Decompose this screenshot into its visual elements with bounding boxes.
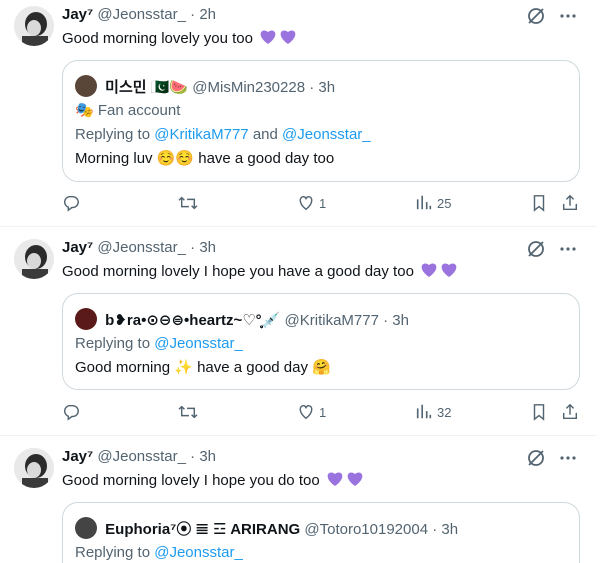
- purple-heart-icon: [260, 30, 296, 44]
- tweet-text-content: Good morning lovely I hope you do too: [62, 472, 320, 489]
- quoted-author-handle: @KritikaM777: [284, 312, 379, 329]
- grok-icon[interactable]: [526, 448, 546, 468]
- tweet-text: Good morning lovely you too: [62, 28, 297, 49]
- purple-heart-icon: [421, 263, 457, 277]
- views-button[interactable]: 25: [415, 194, 451, 214]
- more-icon[interactable]: [558, 448, 578, 468]
- heart-icon: [299, 404, 313, 420]
- tweet-text: Good morning lovely I hope you have a go…: [62, 261, 458, 282]
- tweet-text-content: Good morning lovely I hope you have a go…: [62, 263, 414, 280]
- reply-button[interactable]: [62, 194, 80, 214]
- like-button[interactable]: 1: [297, 403, 326, 423]
- replying-to: Replying to @KritikaM777 and @Jeonsstar_: [75, 125, 371, 145]
- tweet-text: Good morning lovely I hope you do too: [62, 470, 364, 491]
- quoted-tweet[interactable]: 미스민 🇵🇰🍉 @MisMin230228 · 3h 🎭 Fan account…: [62, 60, 580, 182]
- share-button[interactable]: [561, 194, 579, 214]
- bookmark-button[interactable]: [530, 403, 548, 423]
- retweet-button[interactable]: [178, 194, 198, 214]
- tweet-header: Jay⁷ @Jeonsstar_ · 3h: [62, 447, 216, 467]
- tweet[interactable]: Jay⁷ @Jeonsstar_ · 3h Good morning lovel…: [0, 227, 597, 436]
- tweet-text-content: Good morning lovely you too: [62, 30, 253, 47]
- tweet-time[interactable]: · 2h: [190, 6, 216, 23]
- share-icon: [562, 194, 578, 211]
- retweet-icon: [178, 405, 198, 419]
- avatar[interactable]: [14, 239, 54, 279]
- mention-link[interactable]: @KritikaM777: [154, 126, 248, 143]
- quoted-text: Morning luv ☺️☺️ have a good day too: [75, 150, 335, 167]
- avatar[interactable]: [14, 448, 54, 488]
- replying-prefix: Replying to: [75, 544, 155, 561]
- grok-icon[interactable]: [526, 239, 546, 259]
- share-button[interactable]: [561, 403, 579, 423]
- author-handle[interactable]: @Jeonsstar_: [97, 239, 186, 256]
- author-name[interactable]: Jay⁷: [62, 6, 93, 23]
- tweet-time[interactable]: · 3h: [190, 448, 216, 465]
- tweet-time[interactable]: · 3h: [190, 239, 216, 256]
- quoted-author-handle: @Totoro10192004: [304, 521, 429, 538]
- tweet-header: Jay⁷ @Jeonsstar_ · 3h: [62, 238, 216, 258]
- heart-icon: [299, 195, 313, 211]
- more-icon[interactable]: [558, 6, 578, 26]
- author-handle[interactable]: @Jeonsstar_: [97, 6, 186, 23]
- view-count: 25: [437, 196, 452, 211]
- replying-to: Replying to @Jeonsstar_: [75, 334, 243, 354]
- quoted-avatar: [75, 517, 97, 539]
- quoted-author-name: Euphoria⁷⦿ 𝌆 ☲ ARIRANG: [105, 521, 301, 538]
- quoted-time: · 3h: [309, 79, 336, 96]
- bookmark-button[interactable]: [530, 194, 548, 214]
- quoted-author-name: b❥ra•⊙⊖⊜•heartz~♡°̥̥̥̥̥̥̥̥💉: [105, 312, 281, 329]
- tweet[interactable]: Jay⁷ @Jeonsstar_ · 2h Good morning lovel…: [0, 0, 597, 227]
- quoted-author-name: 미스민 🇵🇰🍉: [105, 79, 189, 96]
- mention-link[interactable]: @Jeonsstar_: [154, 335, 243, 352]
- views-button[interactable]: 32: [415, 403, 451, 423]
- purple-heart-icon: [327, 472, 363, 486]
- bookmark-icon: [533, 404, 545, 421]
- quoted-avatar: [75, 308, 97, 330]
- bookmark-icon: [533, 195, 545, 212]
- fan-account-label: 🎭 Fan account: [75, 102, 181, 119]
- view-count: 32: [437, 405, 452, 420]
- reply-button[interactable]: [62, 403, 80, 423]
- mention-link[interactable]: @Jeonsstar_: [282, 126, 371, 143]
- quoted-time: · 3h: [383, 312, 409, 329]
- replying-and: and: [248, 126, 283, 143]
- reply-icon: [63, 404, 79, 421]
- tweet-actions: 1 32: [62, 403, 580, 423]
- author-handle[interactable]: @Jeonsstar_: [97, 448, 186, 465]
- retweet-button[interactable]: [178, 403, 198, 423]
- tweet-header: Jay⁷ @Jeonsstar_ · 2h: [62, 5, 216, 25]
- replying-prefix: Replying to: [75, 335, 155, 352]
- author-name[interactable]: Jay⁷: [62, 239, 93, 256]
- quoted-text: Good morning ✨ have a good day 🤗: [75, 359, 331, 376]
- quoted-author-handle: @MisMin230228: [192, 79, 306, 96]
- reply-icon: [63, 195, 79, 212]
- mention-link[interactable]: @Jeonsstar_: [154, 544, 243, 561]
- views-icon: [416, 404, 432, 419]
- quoted-tweet[interactable]: b❥ra•⊙⊖⊜•heartz~♡°̥̥̥̥̥̥̥̥💉 @KritikaM777…: [62, 293, 580, 390]
- like-button[interactable]: 1: [297, 194, 326, 214]
- tweet-actions: 1 25: [62, 194, 580, 214]
- author-name[interactable]: Jay⁷: [62, 448, 93, 465]
- share-icon: [562, 403, 578, 420]
- retweet-icon: [178, 196, 198, 210]
- avatar[interactable]: [14, 6, 54, 46]
- replying-to: Replying to @Jeonsstar_: [75, 543, 243, 563]
- like-count: 1: [319, 405, 327, 420]
- quoted-tweet[interactable]: Euphoria⁷⦿ 𝌆 ☲ ARIRANG @Totoro10192004 ·…: [62, 502, 580, 563]
- views-icon: [416, 195, 432, 210]
- replying-prefix: Replying to: [75, 126, 155, 143]
- quoted-time: · 3h: [432, 521, 459, 538]
- tweet[interactable]: Jay⁷ @Jeonsstar_ · 3h Good morning lovel…: [0, 436, 597, 563]
- grok-icon[interactable]: [526, 6, 546, 26]
- like-count: 1: [319, 196, 327, 211]
- more-icon[interactable]: [558, 239, 578, 259]
- quoted-avatar: [75, 75, 97, 97]
